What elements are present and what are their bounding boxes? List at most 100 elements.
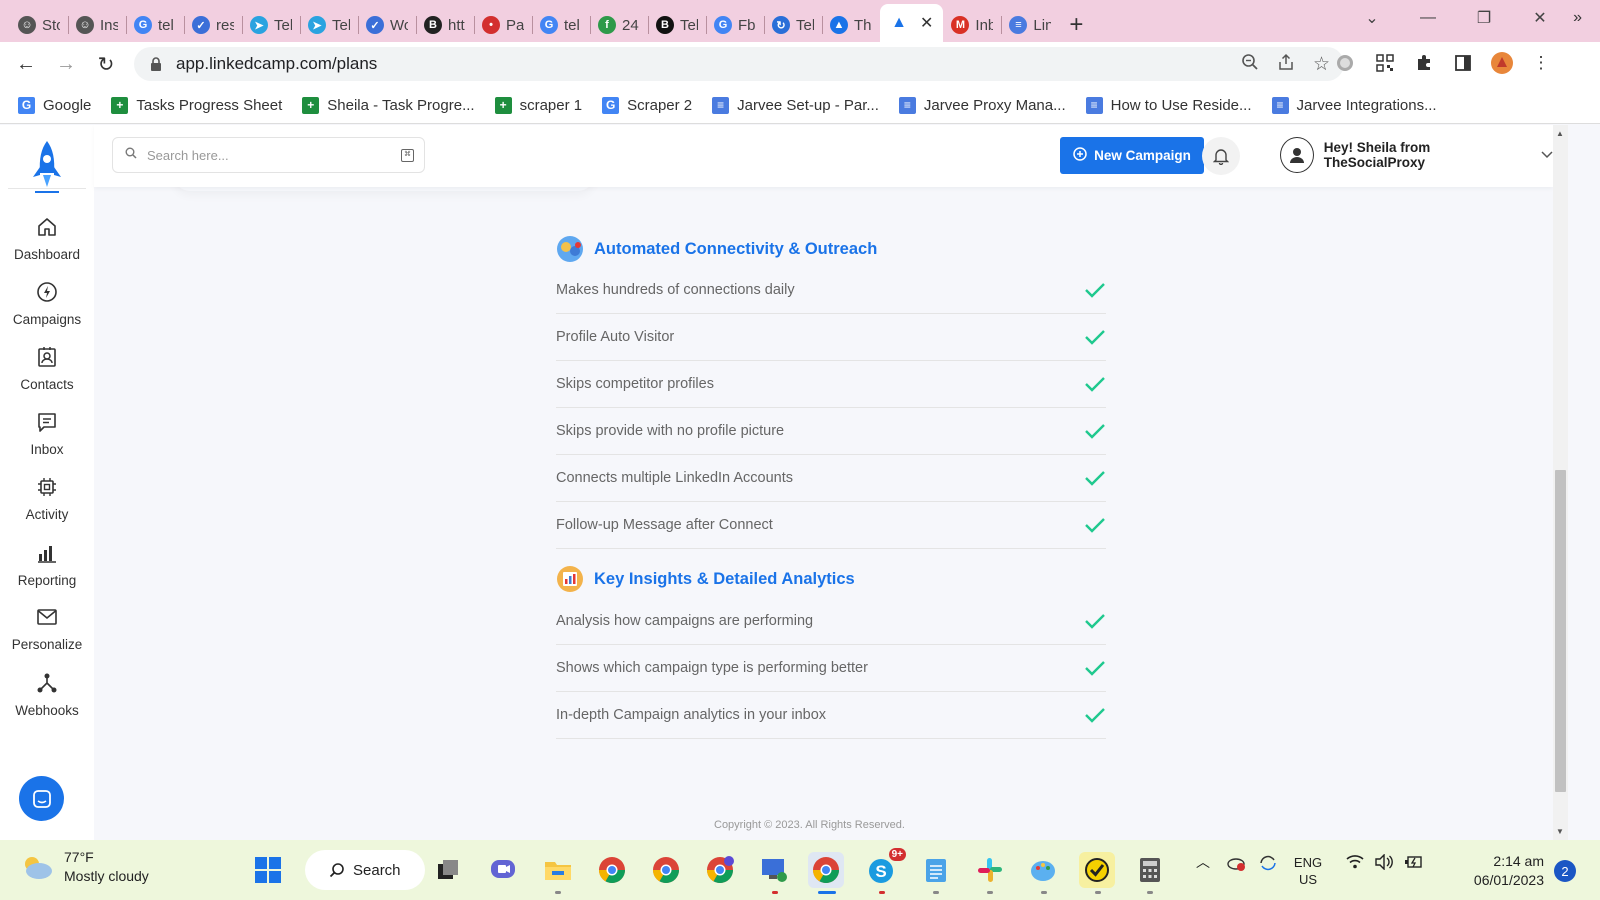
nav-webhooks[interactable]: Webhooks xyxy=(0,671,94,718)
nav-personalize[interactable]: Personalize xyxy=(0,605,94,652)
browser-tab[interactable]: • Pas xyxy=(474,8,532,42)
calculator-icon[interactable] xyxy=(1132,852,1168,888)
extension-globe-icon[interactable] xyxy=(1330,48,1360,78)
browser-tab[interactable]: ▲ Th xyxy=(822,8,880,42)
more-bookmarks-icon[interactable]: » xyxy=(1573,9,1582,27)
onedrive-icon[interactable] xyxy=(1226,854,1248,876)
scroll-thumb[interactable] xyxy=(1555,470,1566,792)
bookmark-item[interactable]: G Google xyxy=(18,96,91,114)
browser-tab[interactable]: ☺ Ins xyxy=(68,8,126,42)
norton-icon[interactable] xyxy=(1079,852,1115,888)
bookmark-item[interactable]: + scraper 1 xyxy=(494,96,582,114)
bookmark-favicon-icon: + xyxy=(111,96,129,114)
browser-tab[interactable]: B Tel xyxy=(648,8,706,42)
close-window-button[interactable]: ✕ xyxy=(1512,0,1568,36)
remote-desktop-icon[interactable] xyxy=(756,852,792,888)
browser-tab[interactable]: ≡ Lin xyxy=(1001,8,1059,42)
tab-title: Tel xyxy=(796,16,814,34)
system-clock[interactable]: 2:14 am 06/01/2023 xyxy=(1470,852,1544,890)
extensions-puzzle-icon[interactable] xyxy=(1409,48,1439,78)
slack-icon[interactable] xyxy=(972,852,1008,888)
bookmark-item[interactable]: G Scraper 2 xyxy=(602,96,692,114)
bookmark-star-icon[interactable]: ☆ xyxy=(1313,53,1330,76)
chrome-profile-1-icon[interactable] xyxy=(594,852,630,888)
browser-tab[interactable]: M Inb xyxy=(943,8,1001,42)
reload-button[interactable]: ↻ xyxy=(88,47,124,83)
browser-tab[interactable]: Gtel xyxy=(126,8,184,42)
nav-reporting[interactable]: Reporting xyxy=(0,541,94,588)
notifications-button[interactable] xyxy=(1202,137,1240,175)
nav-label: Contacts xyxy=(20,377,74,392)
wifi-icon[interactable] xyxy=(1346,854,1364,874)
browser-tab[interactable]: G Fb xyxy=(706,8,764,42)
nav-campaigns[interactable]: Campaigns xyxy=(0,280,94,327)
forward-button[interactable]: → xyxy=(48,47,84,83)
new-campaign-button[interactable]: New Campaign xyxy=(1060,137,1204,174)
scroll-down-icon[interactable]: ▼ xyxy=(1556,827,1564,836)
bookmark-item[interactable]: ≡ Jarvee Proxy Mana... xyxy=(898,96,1066,114)
browser-tab-active[interactable]: ▲ ✕ xyxy=(880,4,944,42)
battery-icon[interactable] xyxy=(1404,854,1424,874)
chrome-profile-3-icon[interactable] xyxy=(702,852,738,888)
paint-icon[interactable] xyxy=(1025,852,1061,888)
bookmark-favicon-icon: ≡ xyxy=(712,96,730,114)
bookmark-item[interactable]: + Sheila - Task Progre... xyxy=(302,96,475,114)
feature-text: Makes hundreds of connections daily xyxy=(556,282,795,298)
side-panel-icon[interactable] xyxy=(1448,48,1478,78)
nav-contacts[interactable]: Contacts xyxy=(0,345,94,392)
search-input[interactable] xyxy=(147,147,377,163)
new-tab-button[interactable]: + xyxy=(1059,8,1093,42)
chat-support-button[interactable] xyxy=(19,776,64,821)
task-view-icon[interactable] xyxy=(430,852,466,888)
back-button[interactable]: ← xyxy=(8,47,44,83)
minimize-button[interactable]: — xyxy=(1400,0,1456,36)
bookmark-item[interactable]: + Tasks Progress Sheet xyxy=(111,96,282,114)
linkedcamp-logo[interactable] xyxy=(22,137,72,199)
close-tab-icon[interactable]: ✕ xyxy=(920,13,933,33)
skype-icon[interactable]: S 9+ xyxy=(864,848,906,888)
browser-tab[interactable]: ☺ Sto xyxy=(10,8,68,42)
chrome-profile-2-icon[interactable] xyxy=(648,852,684,888)
windows-start-icon[interactable] xyxy=(250,852,286,888)
address-bar[interactable]: app.linkedcamp.com/plans ☆ xyxy=(134,47,1344,81)
nav-activity[interactable]: Activity xyxy=(0,475,94,522)
profile-avatar-icon[interactable] xyxy=(1487,48,1517,78)
restore-button[interactable]: ❐ xyxy=(1456,0,1512,36)
page-scrollbar[interactable]: ▲ ▼ xyxy=(1553,125,1568,840)
extension-qr-icon[interactable] xyxy=(1370,48,1400,78)
browser-tab[interactable]: Gtel xyxy=(532,8,590,42)
nav-inbox[interactable]: Inbox xyxy=(0,410,94,457)
browser-tab[interactable]: ↻ Tel xyxy=(764,8,822,42)
notification-badge[interactable]: 2 xyxy=(1554,860,1576,882)
weather-widget[interactable]: 77°F Mostly cloudy xyxy=(20,848,149,886)
share-icon[interactable] xyxy=(1277,53,1295,76)
volume-icon[interactable] xyxy=(1374,853,1394,874)
bookmark-item[interactable]: ≡ How to Use Reside... xyxy=(1085,96,1252,114)
browser-menu-icon[interactable]: ⋮ xyxy=(1526,48,1556,78)
scroll-up-icon[interactable]: ▲ xyxy=(1556,129,1564,138)
weather-condition: Mostly cloudy xyxy=(64,868,149,884)
sync-icon[interactable] xyxy=(1258,854,1278,876)
bookmark-item[interactable]: ≡ Jarvee Integrations... xyxy=(1271,96,1437,114)
show-hidden-icons[interactable]: ︿ xyxy=(1196,854,1210,871)
taskbar-search-button[interactable]: Search xyxy=(305,850,425,890)
feature-row: Connects multiple LinkedIn Accounts xyxy=(556,455,1106,502)
file-explorer-icon[interactable] xyxy=(540,852,576,888)
notepad-icon[interactable] xyxy=(918,852,954,888)
browser-tab[interactable]: ✓ Wo xyxy=(358,8,416,42)
browser-tab[interactable]: ➤ Tel xyxy=(300,8,358,42)
language-indicator[interactable]: ENG US xyxy=(1290,854,1326,888)
chrome-active-icon[interactable] xyxy=(808,852,844,888)
browser-tab[interactable]: f 24 xyxy=(590,8,648,42)
teams-chat-icon[interactable] xyxy=(485,852,521,888)
chat-icon xyxy=(32,789,51,808)
search-icon xyxy=(125,146,137,164)
nav-dashboard[interactable]: Dashboard xyxy=(0,215,94,262)
browser-tab[interactable]: ➤ Tel xyxy=(242,8,300,42)
zoom-icon[interactable] xyxy=(1241,53,1259,76)
user-menu[interactable]: Hey! Sheila from TheSocialProxy xyxy=(1280,137,1553,173)
browser-tab[interactable]: Bhtt xyxy=(416,8,474,42)
browser-tab[interactable]: ✓ res xyxy=(184,8,242,42)
bookmark-item[interactable]: ≡ Jarvee Set-up - Par... xyxy=(712,96,879,114)
tab-search-icon[interactable]: ⌄ xyxy=(1344,0,1400,36)
